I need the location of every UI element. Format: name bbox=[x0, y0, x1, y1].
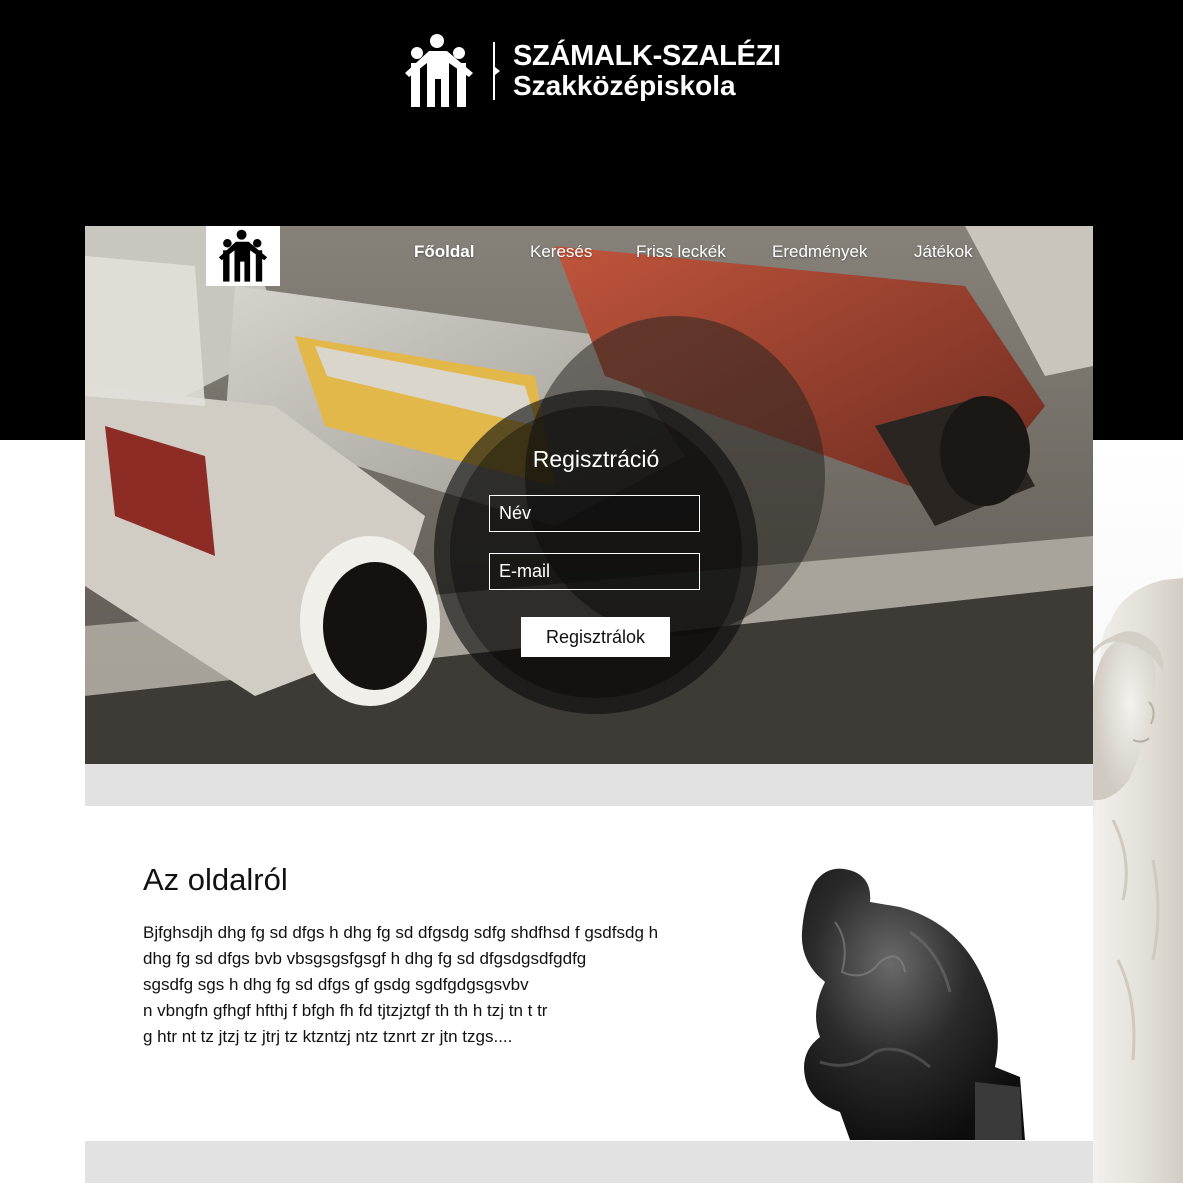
brand-subtitle: Szakközépiskola bbox=[513, 70, 736, 101]
register-button[interactable]: Regisztrálok bbox=[521, 617, 670, 657]
thinker-statue-image bbox=[801, 868, 1025, 1140]
about-text-line: dhg fg sd dfgs bvb vbsgsgsfgsgf h dhg fg… bbox=[143, 949, 587, 968]
about-text-line: g htr nt tz jtzj tz jtrj tz ktzntzj ntz … bbox=[143, 1027, 513, 1046]
about-text-line: n vbngfn gfhgf hfthj f bfgh fh fd tjtzjz… bbox=[143, 1001, 548, 1020]
nav-item-search[interactable]: Keresés bbox=[530, 242, 592, 262]
brand-header[interactable]: SZÁMALK-SZALÉZI Szakközépiskola bbox=[403, 33, 781, 109]
section-divider-bottom bbox=[85, 1141, 1093, 1183]
nav-item-results[interactable]: Eredmények bbox=[772, 242, 867, 262]
nav-item-new-lessons[interactable]: Friss leckék bbox=[636, 242, 726, 262]
brand-divider bbox=[493, 42, 500, 100]
nav-item-games[interactable]: Játékok bbox=[914, 242, 973, 262]
hero-banner: Főoldal Keresés Friss leckék Eredmények … bbox=[85, 226, 1093, 764]
registration-title: Regisztráció bbox=[532, 446, 660, 472]
about-text-line: Bjfghsdjh dhg fg sd dfgs h dhg fg sd dfg… bbox=[143, 923, 659, 942]
people-logo-icon bbox=[405, 34, 473, 107]
nav-item-home[interactable]: Főoldal bbox=[414, 242, 474, 262]
about-title: Az oldalról bbox=[143, 862, 288, 897]
main-navigation: Főoldal Keresés Friss leckék Eredmények … bbox=[85, 242, 1093, 264]
about-text-line: sgsdfg sgs h dhg fg sd dfgs gf gsdg sgdf… bbox=[143, 975, 529, 994]
statue-photo-right bbox=[1093, 440, 1183, 1183]
email-input[interactable] bbox=[489, 553, 700, 590]
brand-text: SZÁMALK-SZALÉZI Szakközépiskola bbox=[513, 41, 781, 101]
name-input[interactable] bbox=[489, 495, 700, 532]
david-statue-image bbox=[1093, 578, 1183, 1183]
section-divider-top bbox=[85, 764, 1093, 806]
brand-name: SZÁMALK-SZALÉZI bbox=[513, 40, 781, 72]
about-text: Bjfghsdjh dhg fg sd dfgs h dhg fg sd dfg… bbox=[143, 920, 743, 1050]
